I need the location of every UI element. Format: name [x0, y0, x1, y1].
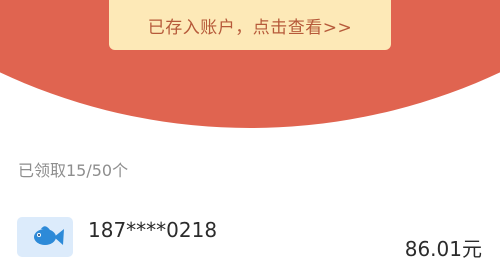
red-packet-banner: 已存入账户，点击查看>>	[0, 0, 500, 128]
record-phone: 187****0218	[88, 218, 218, 242]
fish-icon	[34, 226, 64, 245]
record-amount: 86.01元	[404, 237, 482, 261]
record-row[interactable]: 187****0218 86.01元	[0, 210, 500, 261]
avatar	[17, 217, 73, 257]
view-account-button[interactable]: 已存入账户，点击查看>>	[109, 0, 391, 50]
received-count-label: 已领取15/50个	[18, 161, 129, 180]
